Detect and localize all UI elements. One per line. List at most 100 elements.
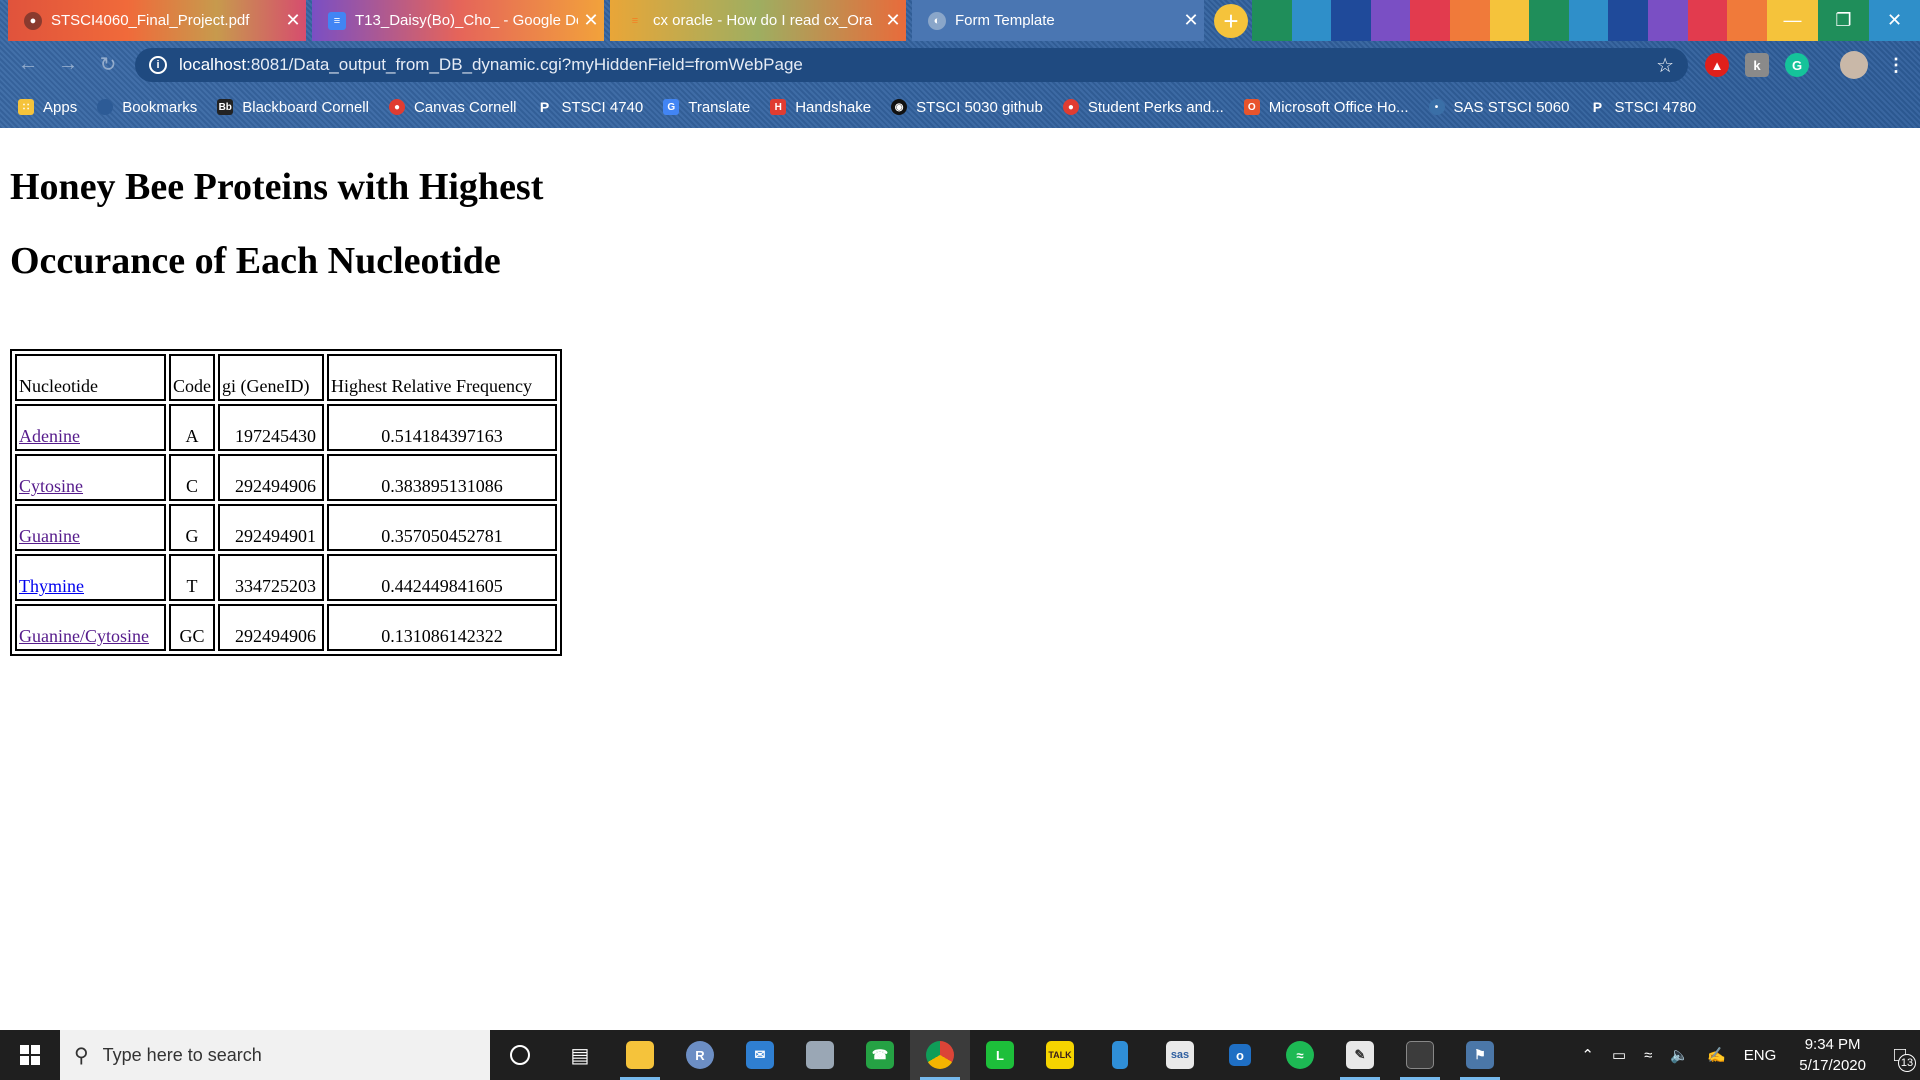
translate-icon: G (663, 99, 680, 115)
code-cell: G (169, 504, 215, 551)
file-editor-button[interactable]: ✎ (1330, 1030, 1390, 1080)
bookmark-sas[interactable]: • SAS STSCI 5060 (1428, 99, 1569, 116)
line-app-button[interactable]: L (970, 1030, 1030, 1080)
forward-arrow-icon[interactable]: → (54, 50, 82, 78)
chrome-button[interactable] (910, 1030, 970, 1080)
terminal-button[interactable] (1390, 1030, 1450, 1080)
gi-cell: 292494901 (218, 504, 324, 551)
volume-icon[interactable]: 🔈 (1670, 1046, 1689, 1064)
piazza-icon: P (1592, 99, 1603, 115)
tab-form-template[interactable]: ◐ Form Template ✕ (912, 0, 1204, 41)
notification-center-button[interactable]: □ 13 (1880, 1030, 1920, 1080)
spotify-button[interactable]: ≈ (1270, 1030, 1330, 1080)
info-icon[interactable]: i (149, 56, 167, 74)
battery-icon[interactable]: ▭ (1612, 1046, 1626, 1064)
outlook-button[interactable]: o (1210, 1030, 1270, 1080)
column-header-frequency: Highest Relative Frequency (327, 354, 557, 401)
python-idle-button[interactable]: ⚑ (1450, 1030, 1510, 1080)
phone-app-button[interactable] (1090, 1030, 1150, 1080)
url-text[interactable]: localhost:8081/Data_output_from_DB_dynam… (179, 55, 803, 75)
kakaotalk-button[interactable]: TALK (1030, 1030, 1090, 1080)
table-row: Guanine/Cytosine GC 292494906 0.13108614… (15, 604, 557, 651)
reload-icon[interactable]: ↻ (94, 50, 122, 78)
menu-dots-icon[interactable]: ⋮ (1884, 53, 1908, 77)
r-app-icon: R (686, 1041, 714, 1069)
bookmark-label: Bookmarks (122, 98, 198, 116)
bookmark-handshake[interactable]: H Handshake (770, 99, 871, 116)
nucleotide-link-thymine[interactable]: Thymine (19, 576, 84, 596)
extension-k-icon[interactable]: k (1745, 53, 1769, 77)
tab-google-doc[interactable]: ≡ T13_Daisy(Bo)_Cho_ - Google Do ✕ (312, 0, 604, 41)
new-tab-button[interactable]: + (1214, 4, 1248, 38)
bookmark-blackboard[interactable]: Bb Blackboard Cornell (217, 99, 369, 116)
bookmark-canvas[interactable]: ● Canvas Cornell (388, 98, 517, 116)
page-title: Honey Bee Proteins with Highest Occuranc… (10, 150, 610, 298)
bookmark-label: Translate (688, 98, 751, 116)
close-icon[interactable]: ✕ (280, 10, 306, 31)
bookmark-bookmarks[interactable]: Bookmarks (97, 99, 197, 116)
close-icon[interactable]: ✕ (880, 10, 906, 31)
nucleotide-cell: Cytosine (15, 454, 166, 501)
bookmark-label: STSCI 4780 (1614, 98, 1697, 116)
nucleotide-table: Nucleotide Code gi (GeneID) Highest Rela… (10, 349, 562, 656)
extension-shield-icon[interactable]: ▲ (1705, 53, 1729, 77)
chevron-up-icon[interactable]: ⌃ (1581, 1046, 1594, 1064)
task-view-button[interactable]: ▤ (550, 1030, 610, 1080)
notes-app-button[interactable] (790, 1030, 850, 1080)
bookmark-translate[interactable]: G Translate (663, 99, 750, 116)
wifi-icon[interactable]: ≈ (1644, 1047, 1652, 1064)
clock[interactable]: 9:34 PM 5/17/2020 (1799, 1034, 1866, 1076)
minimize-button[interactable]: — (1767, 0, 1818, 41)
python-icon: ⚑ (1466, 1041, 1494, 1069)
document-icon: ✎ (1346, 1041, 1374, 1069)
tab-title: Form Template (955, 12, 1055, 29)
nucleotide-link-adenine[interactable]: Adenine (19, 426, 80, 446)
nucleotide-link-guanine-cytosine[interactable]: Guanine/Cytosine (19, 626, 149, 646)
file-explorer-button[interactable] (610, 1030, 670, 1080)
nucleotide-cell: Guanine (15, 504, 166, 551)
table-header-row: Nucleotide Code gi (GeneID) Highest Rela… (15, 354, 557, 401)
tab-stackoverflow[interactable]: ≡ cx oracle - How do I read cx_Ora ✕ (610, 0, 906, 41)
bookmark-label: Canvas Cornell (413, 98, 517, 116)
r-app-button[interactable]: R (670, 1030, 730, 1080)
bookmark-stsci-4780[interactable]: P STSCI 4780 (1589, 99, 1696, 116)
mail-button[interactable]: ✉ (730, 1030, 790, 1080)
nucleotide-link-guanine[interactable]: Guanine (19, 526, 80, 546)
restore-button[interactable]: ❐ (1818, 0, 1869, 41)
whatsapp-button[interactable]: ☎ (850, 1030, 910, 1080)
start-button[interactable] (0, 1030, 60, 1080)
close-window-button[interactable]: ✕ (1869, 0, 1920, 41)
taskbar-search-input[interactable]: ⚲ Type here to search (60, 1030, 490, 1080)
grammarly-icon[interactable]: G (1785, 53, 1809, 77)
bookmark-student-perks[interactable]: ● Student Perks and... (1062, 99, 1224, 116)
close-icon[interactable]: ✕ (578, 10, 604, 31)
taskbar: ⚲ Type here to search ▤ R ✉ ☎ L TALK sas… (0, 1030, 1920, 1080)
avatar[interactable] (1840, 51, 1868, 79)
language-indicator[interactable]: ENG (1744, 1047, 1777, 1064)
pen-icon[interactable]: ✍ (1707, 1046, 1726, 1064)
terminal-icon (1406, 1041, 1434, 1069)
theme-stripes (1252, 0, 1767, 41)
sas-icon: sas (1166, 1041, 1194, 1069)
column-header-nucleotide: Nucleotide (15, 354, 166, 401)
cortana-button[interactable] (490, 1030, 550, 1080)
bookmark-github[interactable]: ◉ STSCI 5030 github (891, 99, 1043, 116)
column-header-code: Code (169, 354, 215, 401)
bookmark-stsci-4740[interactable]: P STSCI 4740 (537, 99, 643, 116)
tab-final-project-pdf[interactable]: ● STSCI4060_Final_Project.pdf ✕ (8, 0, 306, 41)
bookmark-ms-office[interactable]: O Microsoft Office Ho... (1243, 98, 1409, 116)
nucleotide-cell: Guanine/Cytosine (15, 604, 166, 651)
bookmark-label: Microsoft Office Ho... (1268, 98, 1409, 116)
table-row: Cytosine C 292494906 0.383895131086 (15, 454, 557, 501)
nucleotide-link-cytosine[interactable]: Cytosine (19, 476, 83, 496)
sas-button[interactable]: sas (1150, 1030, 1210, 1080)
line-icon: L (986, 1041, 1014, 1069)
back-arrow-icon[interactable]: ← (14, 50, 42, 78)
address-bar[interactable]: i localhost:8081/Data_output_from_DB_dyn… (135, 48, 1688, 82)
bookmark-star-icon[interactable]: ☆ (1656, 53, 1674, 78)
handshake-icon: H (770, 99, 787, 115)
url-host: localhost (179, 55, 247, 74)
frequency-cell: 0.131086142322 (327, 604, 557, 651)
bookmark-apps[interactable]: ∷ Apps (18, 99, 77, 116)
close-icon[interactable]: ✕ (1178, 10, 1204, 31)
